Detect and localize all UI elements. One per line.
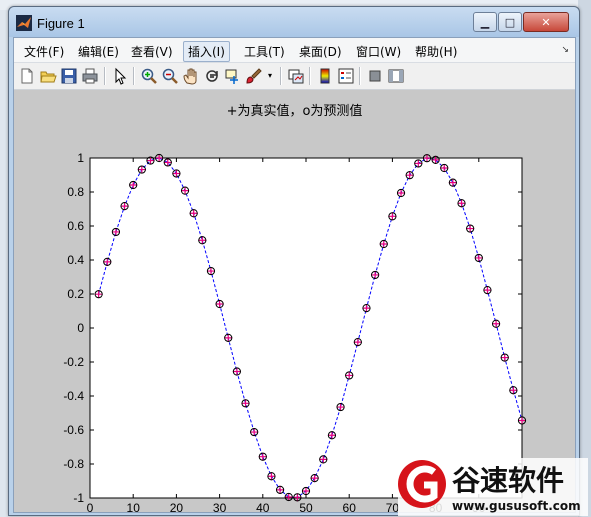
open-folder-icon[interactable] bbox=[39, 67, 57, 85]
x-tick-label: 50 bbox=[299, 501, 313, 512]
y-tick-label: -1 bbox=[73, 491, 84, 505]
show-plot-tools-icon[interactable] bbox=[387, 67, 405, 85]
plot-axes[interactable]: 010203040506070809010.80.60.40.20-0.2-0.… bbox=[14, 90, 575, 512]
menu-tools[interactable]: 工具(T) bbox=[240, 42, 289, 61]
menu-overflow-icon[interactable]: ↘ bbox=[561, 45, 569, 55]
menu-view[interactable]: 查看(V) bbox=[127, 42, 177, 61]
menu-help[interactable]: 帮助(H) bbox=[411, 42, 461, 61]
toolbar-separator bbox=[104, 67, 106, 85]
print-icon[interactable] bbox=[81, 67, 99, 85]
toolbar-separator bbox=[280, 67, 282, 85]
zoom-in-icon[interactable] bbox=[140, 67, 158, 85]
data-cursor-icon[interactable] bbox=[224, 67, 242, 85]
matlab-logo-icon bbox=[16, 15, 32, 31]
pan-hand-icon[interactable] bbox=[182, 67, 200, 85]
gususoft-watermark-logo: 谷速软件 www.gususoft.com bbox=[398, 458, 588, 516]
x-tick-label: 60 bbox=[343, 501, 357, 512]
minimize-button[interactable]: ▁ bbox=[473, 12, 497, 32]
y-tick-label: -0.6 bbox=[63, 423, 84, 437]
y-tick-label: 0.2 bbox=[67, 287, 84, 301]
y-tick-label: 0 bbox=[77, 321, 84, 335]
x-tick-label: 10 bbox=[127, 501, 141, 512]
close-icon: ✕ bbox=[541, 15, 551, 29]
plot-area-background bbox=[89, 157, 523, 499]
toolbar-separator bbox=[359, 67, 361, 85]
figure-canvas: +为真实值，o为预测值 010203040506070809010.80.60.… bbox=[14, 90, 575, 512]
figure-window: Figure 1 ▁ □ ✕ 文件(F) 编辑(E) 查看(V) 插入(I) 工… bbox=[8, 6, 580, 516]
menu-file[interactable]: 文件(F) bbox=[20, 42, 68, 61]
maximize-icon: □ bbox=[504, 15, 516, 29]
menu-desktop[interactable]: 桌面(D) bbox=[295, 42, 346, 61]
y-tick-label: -0.8 bbox=[63, 457, 84, 471]
maximize-button[interactable]: □ bbox=[498, 12, 522, 32]
rotate-3d-icon[interactable] bbox=[203, 67, 221, 85]
menu-edit[interactable]: 编辑(E) bbox=[74, 42, 123, 61]
close-button[interactable]: ✕ bbox=[523, 12, 569, 32]
legend-icon[interactable] bbox=[337, 67, 355, 85]
menu-window[interactable]: 窗口(W) bbox=[352, 42, 405, 61]
menu-bar: 文件(F) 编辑(E) 查看(V) 插入(I) 工具(T) 桌面(D) 窗口(W… bbox=[14, 38, 575, 63]
zoom-out-icon[interactable] bbox=[161, 67, 179, 85]
save-icon[interactable] bbox=[60, 67, 78, 85]
pointer-icon[interactable] bbox=[111, 67, 129, 85]
y-tick-label: -0.4 bbox=[63, 389, 84, 403]
x-tick-label: 20 bbox=[170, 501, 184, 512]
hide-plot-tools-icon[interactable] bbox=[366, 67, 384, 85]
toolbar-separator bbox=[309, 67, 311, 85]
new-file-icon[interactable] bbox=[18, 67, 36, 85]
figure-client-area: 文件(F) 编辑(E) 查看(V) 插入(I) 工具(T) 桌面(D) 窗口(W… bbox=[13, 37, 576, 513]
link-plot-icon[interactable] bbox=[287, 67, 305, 85]
svg-text:谷速软件: 谷速软件 bbox=[452, 464, 564, 497]
y-tick-label: 0.6 bbox=[67, 219, 84, 233]
x-tick-label: 30 bbox=[213, 501, 227, 512]
window-title: Figure 1 bbox=[37, 16, 85, 31]
x-tick-label: 0 bbox=[87, 501, 94, 512]
y-tick-label: 0.4 bbox=[67, 253, 84, 267]
svg-text:www.gususoft.com: www.gususoft.com bbox=[452, 499, 581, 513]
title-bar[interactable]: Figure 1 ▁ □ ✕ bbox=[9, 7, 579, 37]
figure-toolbar: ▾ bbox=[14, 63, 575, 90]
toolbar-separator bbox=[133, 67, 135, 85]
y-tick-label: -0.2 bbox=[63, 355, 84, 369]
minimize-icon: ▁ bbox=[480, 15, 490, 29]
brush-icon[interactable] bbox=[245, 67, 263, 85]
menu-insert[interactable]: 插入(I) bbox=[183, 41, 230, 62]
brush-dropdown-icon[interactable]: ▾ bbox=[265, 67, 275, 85]
y-tick-label: 0.8 bbox=[67, 185, 84, 199]
y-tick-label: 1 bbox=[77, 151, 84, 165]
colorbar-icon[interactable] bbox=[316, 67, 334, 85]
x-tick-label: 40 bbox=[256, 501, 270, 512]
